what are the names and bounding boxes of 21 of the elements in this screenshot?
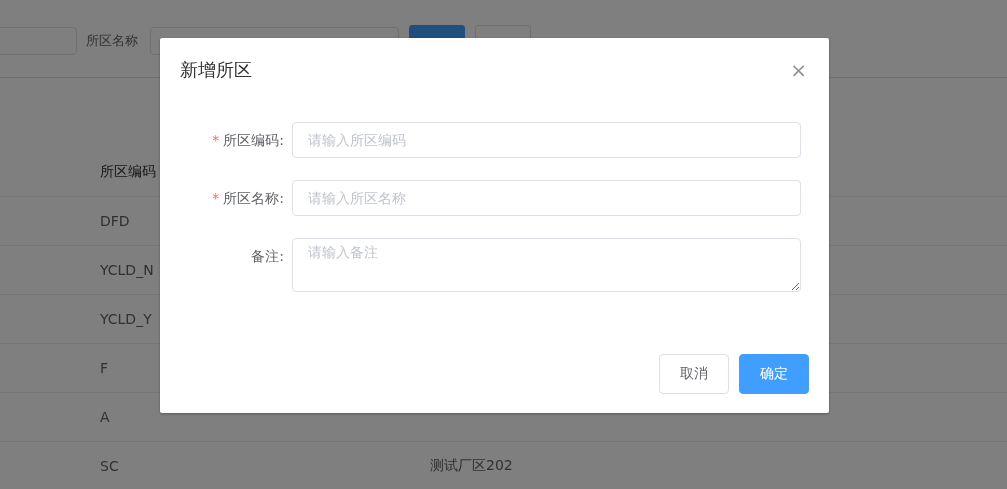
table-cell: 测试厂区202 <box>430 457 513 475</box>
table-cell-text: F <box>99 360 110 376</box>
required-mark: * <box>212 190 220 206</box>
table-cell-text: YCLD_Y <box>99 311 153 327</box>
input-field[interactable]: 请输入所区编码 <box>292 122 801 158</box>
field-label: 备注: <box>250 247 285 266</box>
confirm-button[interactable]: 确定 <box>739 354 809 394</box>
field-label: 所区名称 <box>86 31 138 50</box>
field-label: * 所区名称: <box>211 189 285 208</box>
close-button[interactable]: × <box>790 60 807 80</box>
input-field[interactable]: 请输入所区名称 <box>292 180 801 216</box>
column-header: 所区编码 <box>99 163 157 181</box>
field-label: * 所区编码: <box>211 131 285 150</box>
required-mark: * <box>212 132 220 148</box>
cancel-button[interactable]: 取消 <box>659 354 729 394</box>
table-cell-text: SC <box>99 458 120 474</box>
table-cell-text: YCLD_N <box>99 262 155 278</box>
remark-field[interactable]: 请输入备注 <box>292 238 801 292</box>
table-cell-text: A <box>99 409 111 425</box>
dialog-title: 新增所区 <box>180 58 252 82</box>
table-cell-text: DFD <box>99 213 131 229</box>
